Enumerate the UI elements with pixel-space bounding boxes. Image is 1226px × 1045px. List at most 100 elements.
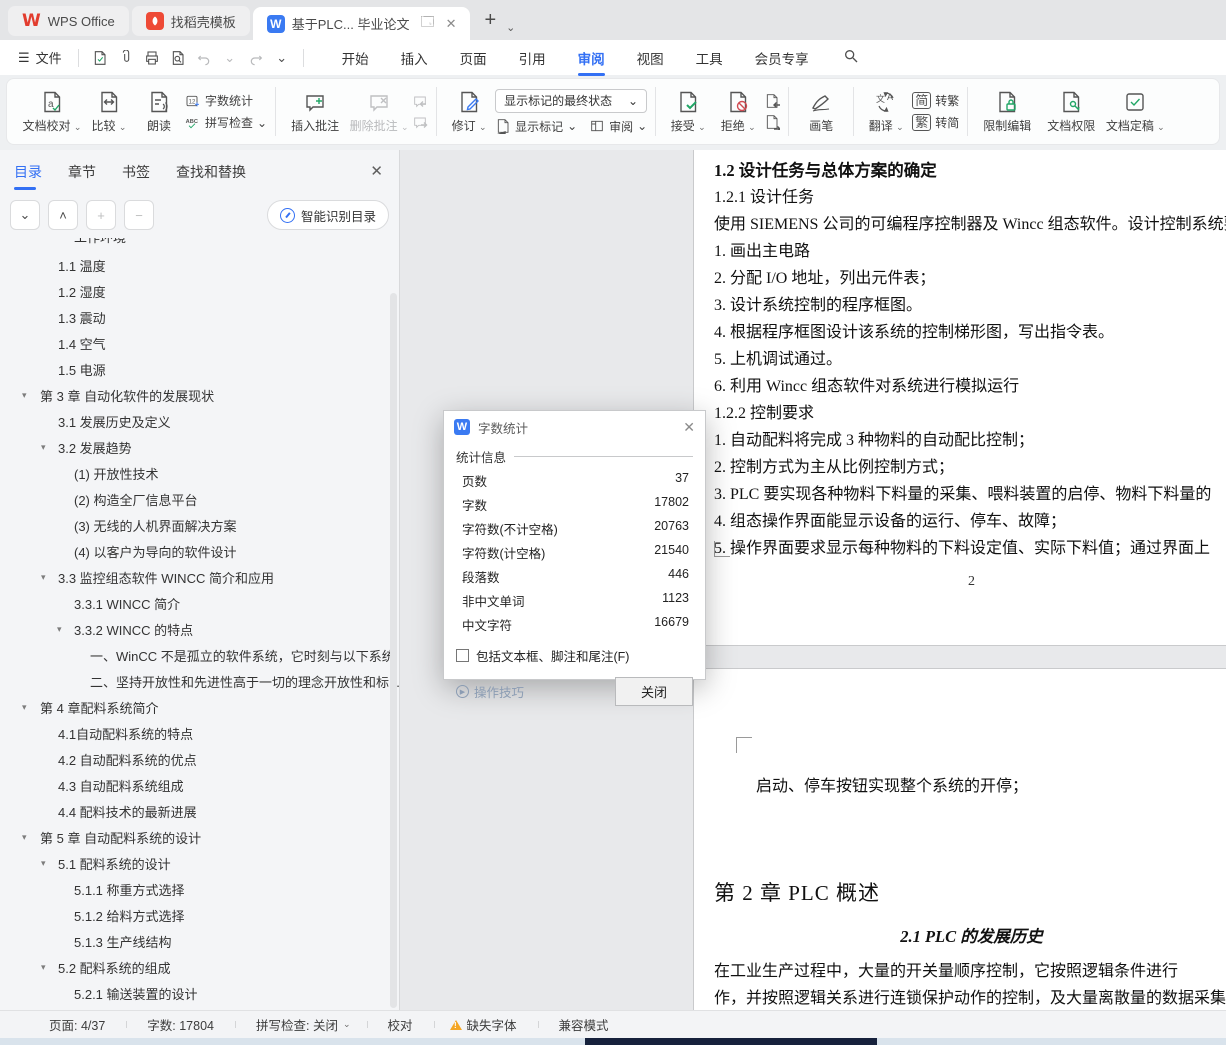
toc-item[interactable]: 5.1.1 称重方式选择: [0, 876, 399, 902]
menu-tab[interactable]: 视图: [621, 41, 680, 75]
undo-icon[interactable]: [191, 46, 217, 70]
redo-icon[interactable]: [243, 46, 269, 70]
read-aloud-button[interactable]: 朗读: [135, 90, 183, 134]
track-changes-button[interactable]: 修订 ⌄: [445, 90, 493, 134]
delete-comment-button[interactable]: 删除批注 ⌄: [348, 90, 410, 134]
tab-docer-templates[interactable]: 找稻壳模板: [131, 6, 250, 36]
toc-collapse-arrow-icon[interactable]: ▾: [41, 442, 46, 453]
sidebar-close-icon[interactable]: ✕: [370, 162, 383, 186]
status-item[interactable]: 拼写检查: 关闭 ⌄: [235, 1015, 367, 1034]
next-comment-icon[interactable]: [412, 114, 428, 130]
compare-button[interactable]: 比较 ⌄: [85, 90, 133, 134]
sidebar-scrollbar[interactable]: [390, 293, 397, 1008]
document-page-1[interactable]: 1.2 设计任务与总体方案的确定 1.2.1 设计任务 使用 SIEMENS 公司的…: [693, 150, 1226, 646]
doc-permission-button[interactable]: 文档权限: [1040, 90, 1102, 134]
toc-item[interactable]: 二、坚持开放性和先进性高于一切的理念开放性和标 ...: [0, 668, 399, 694]
translate-button[interactable]: 文A 翻译 ⌄: [862, 90, 910, 134]
tips-link[interactable]: ▶ 操作技巧: [456, 682, 524, 701]
toc-item[interactable]: 4.1自动配料系统的特点: [0, 720, 399, 746]
sidebar-tab[interactable]: 目录: [14, 162, 42, 190]
print-preview-icon[interactable]: [165, 46, 191, 70]
toc-item[interactable]: ▾ 第 3 章 自动化软件的发展现状: [0, 382, 399, 408]
insert-comment-button[interactable]: 插入批注: [284, 90, 346, 134]
sidebar-tab[interactable]: 书签: [122, 162, 150, 190]
toc-item[interactable]: 1.4 空气: [0, 330, 399, 356]
toc-collapse-arrow-icon[interactable]: ▾: [22, 832, 27, 843]
tab-wps-home[interactable]: W WPS Office: [8, 6, 129, 36]
toc-item[interactable]: 3.1 发展历史及定义: [0, 408, 399, 434]
toc-item[interactable]: 4.4 配料技术的最新进展: [0, 798, 399, 824]
toc-collapse-arrow-icon[interactable]: ▾: [22, 390, 27, 401]
word-count-button[interactable]: 12 字数统计: [185, 92, 267, 109]
document-page-2[interactable]: 启动、停车按钮实现整个系统的开停； 第 2 章 PLC 概述 2.1 PLC 的…: [693, 668, 1226, 1010]
toc-item[interactable]: 1.2 湿度: [0, 278, 399, 304]
reject-changes-button[interactable]: 拒绝 ⌄: [714, 90, 762, 134]
status-item[interactable]: 缺失字体: [433, 1015, 538, 1034]
sidebar-tab[interactable]: 查找和替换: [176, 162, 246, 190]
expand-all-button[interactable]: ˄: [48, 200, 78, 230]
toolbar-more-chevron-icon[interactable]: ⌄: [269, 46, 295, 70]
toc-collapse-arrow-icon[interactable]: ▾: [41, 962, 46, 973]
markup-state-select[interactable]: 显示标记的最终状态 ⌄: [495, 88, 648, 113]
sidebar-tab[interactable]: 章节: [68, 162, 96, 190]
dialog-title-bar[interactable]: W 字数统计 ✕: [444, 411, 705, 443]
simplified-to-traditional-button[interactable]: 简 转繁: [912, 92, 959, 109]
toc-item[interactable]: (1) 开放性技术: [0, 460, 399, 486]
doc-finalize-button[interactable]: 文档定稿 ⌄: [1104, 90, 1166, 134]
restrict-editing-button[interactable]: 限制编辑: [976, 90, 1038, 134]
print-icon[interactable]: [139, 46, 165, 70]
toc-item[interactable]: ▾ 第 4 章配料系统简介: [0, 694, 399, 720]
show-markup-button[interactable]: 显示标记 ⌄: [495, 118, 577, 135]
review-pane-button[interactable]: 审阅 ⌄: [589, 118, 647, 135]
collapse-all-button[interactable]: ⌄: [10, 200, 40, 230]
toc-item[interactable]: 3.3.1 WINCC 简介: [0, 590, 399, 616]
toc-item[interactable]: (2) 构造全厂信息平台: [0, 486, 399, 512]
menu-tab[interactable]: 开始: [326, 41, 385, 75]
toc-item[interactable]: 5.1.3 生产线结构: [0, 928, 399, 954]
toc-item[interactable]: 1.3 震动: [0, 304, 399, 330]
previous-comment-icon[interactable]: [412, 93, 428, 109]
menu-tab[interactable]: 会员专享: [739, 41, 825, 75]
dialog-close-icon[interactable]: ✕: [683, 419, 695, 436]
traditional-to-simplified-button[interactable]: 繁 转简: [912, 114, 959, 131]
toc-item[interactable]: ▾ 5.2 配料系统的组成: [0, 954, 399, 980]
spell-check-button[interactable]: ABC 拼写检查 ⌄: [185, 114, 267, 131]
new-tab-button[interactable]: +: [484, 9, 496, 32]
checkbox-icon[interactable]: [456, 649, 469, 662]
toc-item[interactable]: 4.3 自动配料系统组成: [0, 772, 399, 798]
toc-item[interactable]: ▾ 3.3.2 WINCC 的特点: [0, 616, 399, 642]
menu-tab[interactable]: 引用: [503, 41, 562, 75]
toc-item[interactable]: 1.5 电源: [0, 356, 399, 382]
toc-item[interactable]: ▾ 3.3 监控组态软件 WINCC 简介和应用: [0, 564, 399, 590]
toc-item[interactable]: 5.1.2 给料方式选择: [0, 902, 399, 928]
export-pdf-icon[interactable]: [113, 46, 139, 70]
toc-item[interactable]: 4.2 自动配料系统的优点: [0, 746, 399, 772]
save-icon[interactable]: [87, 46, 113, 70]
status-item[interactable]: 兼容模式: [537, 1015, 630, 1034]
status-item[interactable]: 校对: [366, 1015, 434, 1034]
zoom-out-button[interactable]: −: [124, 200, 154, 230]
toc-collapse-arrow-icon[interactable]: ▾: [41, 858, 46, 869]
status-item[interactable]: 页面: 4/37: [28, 1015, 126, 1034]
toc-item[interactable]: (3) 无线的人机界面解决方案: [0, 512, 399, 538]
file-menu-button[interactable]: ☰ 文件: [10, 48, 70, 67]
toc-item[interactable]: 5.2.1 输送装置的设计: [0, 980, 399, 1006]
menu-tab[interactable]: 审阅: [562, 41, 621, 76]
smart-toc-button[interactable]: 智能识别目录: [266, 200, 389, 230]
previous-change-icon[interactable]: [764, 93, 781, 109]
tab-close-icon[interactable]: ✕: [446, 16, 457, 32]
doc-proof-button[interactable]: a 文档校对 ⌄: [21, 90, 83, 134]
menu-tab[interactable]: 插入: [385, 41, 444, 75]
toc-collapse-arrow-icon[interactable]: ▾: [41, 572, 46, 583]
pen-button[interactable]: 画笔: [797, 90, 845, 134]
dialog-close-button[interactable]: 关闭: [615, 677, 693, 706]
tab-list-chevron-icon[interactable]: ⌄: [506, 21, 515, 34]
next-change-icon[interactable]: [764, 114, 781, 130]
menu-tab[interactable]: 页面: [444, 41, 503, 75]
toc-collapse-arrow-icon[interactable]: ▾: [57, 624, 62, 635]
toc-item[interactable]: (4) 以客户为导向的软件设计: [0, 538, 399, 564]
toc-item[interactable]: ▾ 3.2 发展趋势: [0, 434, 399, 460]
toc-item[interactable]: ▾ 5.1 配料系统的设计: [0, 850, 399, 876]
toc-collapse-arrow-icon[interactable]: ▾: [22, 702, 27, 713]
include-footnotes-checkbox-row[interactable]: 包括文本框、脚注和尾注(F): [444, 636, 705, 665]
